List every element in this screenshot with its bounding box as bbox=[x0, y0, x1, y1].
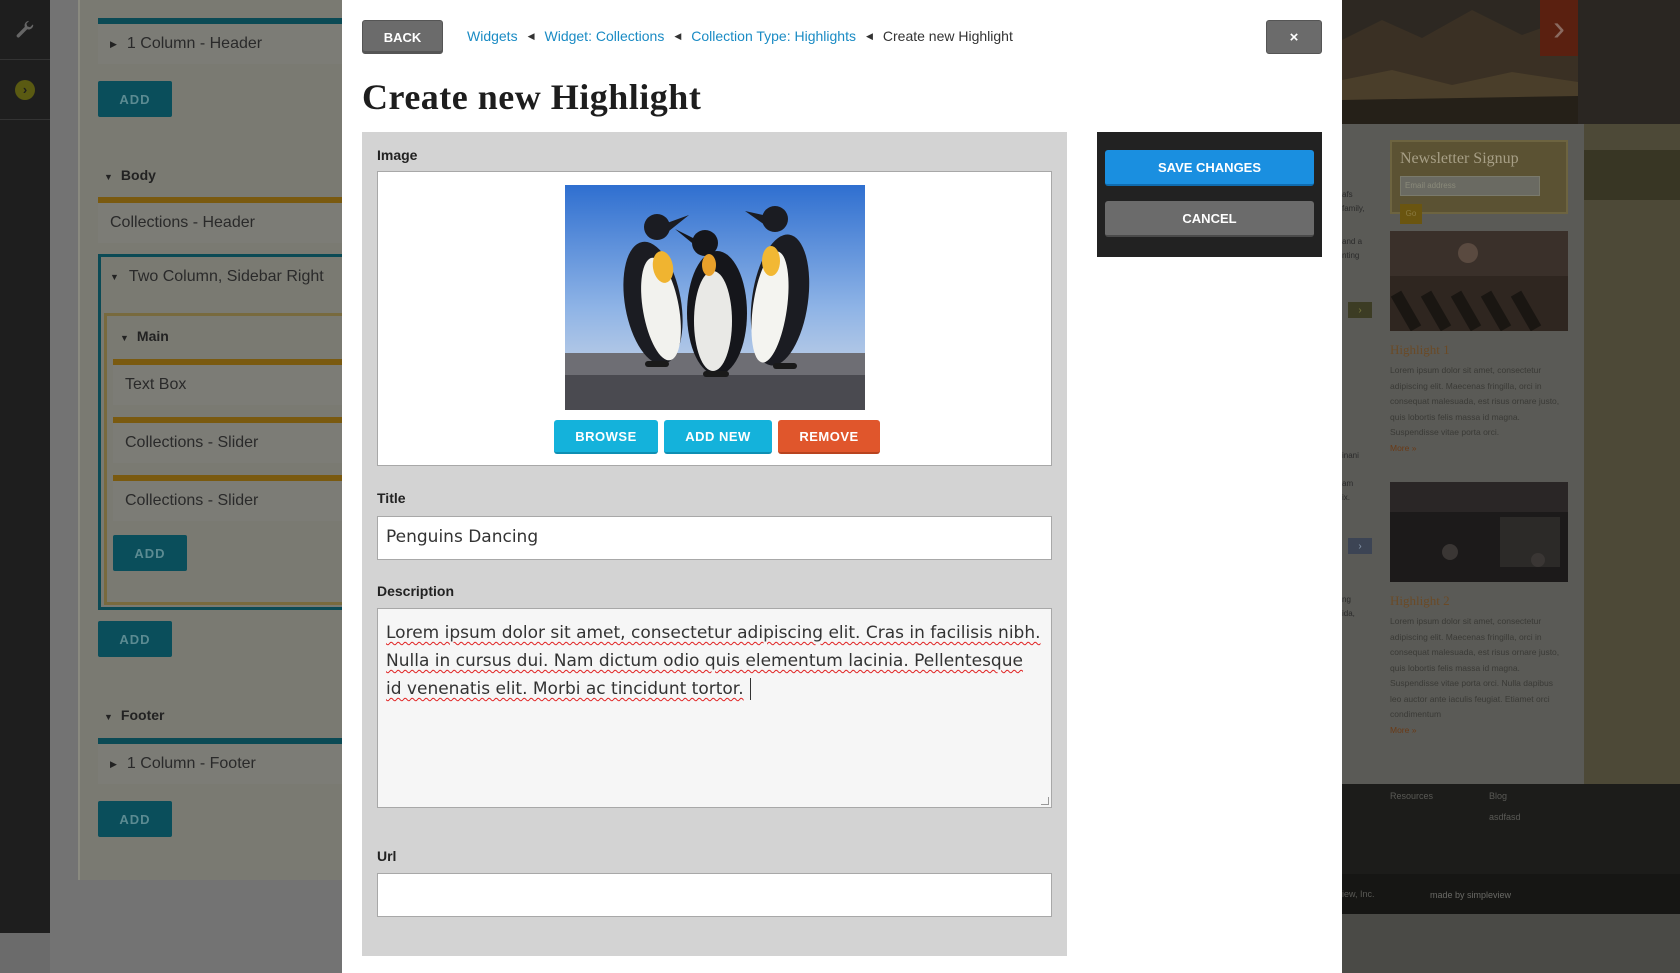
mini-next-arrow-icon[interactable]: › bbox=[1348, 538, 1372, 554]
block-header[interactable]: ▶ 1 Column - Header bbox=[98, 18, 342, 64]
highlight-image[interactable] bbox=[1390, 231, 1568, 332]
site-sidebar-strip bbox=[1584, 124, 1680, 784]
add-button[interactable]: ADD bbox=[98, 81, 172, 117]
site-text-fragment: and a nting bbox=[1342, 237, 1363, 260]
footer-link-blog[interactable]: Blog bbox=[1489, 791, 1507, 801]
resize-handle-icon[interactable] bbox=[1041, 797, 1049, 805]
page-title: Create new Highlight bbox=[362, 77, 702, 117]
add-button[interactable]: ADD bbox=[98, 801, 172, 837]
newsletter-title: Newsletter Signup bbox=[1400, 150, 1519, 167]
footer-copyright: iew, Inc. bbox=[1342, 889, 1375, 899]
footer-link-resources[interactable]: Resources bbox=[1390, 791, 1433, 801]
more-link[interactable]: More » bbox=[1390, 725, 1416, 735]
block-label: Collections - Header bbox=[110, 214, 255, 231]
image-preview bbox=[565, 185, 865, 410]
image-label: Image bbox=[377, 147, 418, 163]
add-button[interactable]: ADD bbox=[113, 535, 187, 571]
description-label: Description bbox=[377, 583, 455, 599]
highlight-body: Lorem ipsum dolor sit amet, consectetur … bbox=[1390, 614, 1562, 738]
breadcrumb-link-widgets[interactable]: Widgets bbox=[467, 28, 518, 44]
section-body-label[interactable]: ▼ Body bbox=[104, 167, 156, 183]
breadcrumb-current: Create new Highlight bbox=[882, 28, 1013, 44]
block-label: Text Box bbox=[125, 376, 187, 393]
section-label: Footer bbox=[120, 707, 165, 723]
block-label: Collections - Slider bbox=[125, 434, 259, 451]
description-text: Lorem ipsum dolor sit amet, consectetur … bbox=[386, 623, 1041, 699]
block-slider[interactable]: Collections - Slider bbox=[113, 475, 342, 521]
newsletter-box: Newsletter Signup Email address Go bbox=[1390, 140, 1568, 224]
hero-side bbox=[1578, 0, 1680, 124]
remove-button[interactable]: REMOVE bbox=[778, 420, 880, 454]
highlight-form: Image BROWSE ADD NEW REMOVE Title Pengui… bbox=[362, 132, 1067, 956]
block-two-column[interactable]: ▼ Two Column, Sidebar Right bbox=[98, 254, 342, 300]
url-input[interactable] bbox=[377, 873, 1052, 917]
image-field: BROWSE ADD NEW REMOVE bbox=[377, 171, 1052, 466]
save-changes-button[interactable]: SAVE CHANGES bbox=[1105, 150, 1314, 186]
cancel-button[interactable]: CANCEL bbox=[1105, 201, 1314, 237]
description-textarea[interactable]: Lorem ipsum dolor sit amet, consectetur … bbox=[377, 608, 1052, 808]
text-caret bbox=[749, 678, 751, 700]
footer-link-sub[interactable]: asdfasd bbox=[1489, 812, 1521, 822]
breadcrumb: Widgets ◀ Widget: Collections ◀ Collecti… bbox=[467, 28, 1013, 44]
close-button[interactable]: × bbox=[1266, 20, 1322, 54]
tool-rail: › bbox=[0, 0, 50, 933]
breadcrumb-link-collection-type[interactable]: Collection Type: Highlights bbox=[691, 28, 856, 44]
back-button[interactable]: BACK bbox=[362, 20, 443, 54]
newsletter-email-input[interactable]: Email address bbox=[1400, 176, 1540, 196]
made-by-simpleview[interactable]: made by simpleview bbox=[1430, 890, 1511, 900]
wrench-icon[interactable] bbox=[0, 0, 50, 60]
url-label: Url bbox=[377, 848, 397, 864]
breadcrumb-separator-icon: ◀ bbox=[865, 30, 873, 41]
newsletter-go-button[interactable]: Go bbox=[1400, 204, 1422, 224]
block-label: Two Column, Sidebar Right bbox=[128, 268, 324, 285]
add-button[interactable]: ADD bbox=[98, 621, 172, 657]
block-label: 1 Column - Header bbox=[126, 35, 263, 52]
create-highlight-modal: BACK Widgets ◀ Widget: Collections ◀ Col… bbox=[342, 0, 1342, 973]
site-text-fragment: afs family, bbox=[1342, 190, 1365, 213]
site-text-fragment: ng ida, bbox=[1342, 595, 1355, 618]
highlight-text: Lorem ipsum dolor sit amet, consectetur … bbox=[1390, 365, 1560, 437]
breadcrumb-separator-icon: ◀ bbox=[527, 30, 535, 41]
block-slider[interactable]: Collections - Slider bbox=[113, 417, 342, 463]
site-band bbox=[1584, 150, 1680, 200]
highlight-title[interactable]: Highlight 1 bbox=[1390, 342, 1450, 358]
block-collections-header[interactable]: Collections - Header bbox=[98, 197, 342, 243]
highlight-text: Lorem ipsum dolor sit amet, consectetur … bbox=[1390, 616, 1560, 719]
title-label: Title bbox=[377, 490, 406, 506]
block-footer[interactable]: ▶ 1 Column - Footer bbox=[98, 738, 342, 784]
breadcrumb-link-widget-collections[interactable]: Widget: Collections bbox=[545, 28, 665, 44]
section-label: Body bbox=[120, 167, 156, 183]
highlight-image[interactable] bbox=[1390, 482, 1568, 582]
section-main-label[interactable]: ▼ Main bbox=[120, 328, 169, 344]
block-label: Collections - Slider bbox=[125, 492, 259, 509]
block-label: 1 Column - Footer bbox=[126, 755, 256, 772]
more-link[interactable]: More » bbox=[1390, 443, 1416, 453]
site-text-fragment: inani am ix. bbox=[1342, 451, 1359, 502]
section-label: Main bbox=[136, 328, 169, 344]
title-input[interactable]: Penguins Dancing bbox=[377, 516, 1052, 560]
breadcrumb-separator-icon: ◀ bbox=[674, 30, 682, 41]
highlight-body: Lorem ipsum dolor sit amet, consectetur … bbox=[1390, 363, 1562, 456]
hero-next-arrow-icon[interactable]: › bbox=[1540, 0, 1578, 56]
actions-panel: SAVE CHANGES CANCEL bbox=[1097, 132, 1322, 257]
block-text-box[interactable]: Text Box bbox=[113, 359, 342, 405]
mini-next-arrow-icon[interactable]: › bbox=[1348, 302, 1372, 318]
browse-button[interactable]: BROWSE bbox=[554, 420, 658, 454]
section-footer-label[interactable]: ▼ Footer bbox=[104, 707, 164, 723]
highlight-title[interactable]: Highlight 2 bbox=[1390, 593, 1450, 609]
go-arrow-icon[interactable]: › bbox=[0, 60, 50, 120]
add-new-button[interactable]: ADD NEW bbox=[664, 420, 772, 454]
